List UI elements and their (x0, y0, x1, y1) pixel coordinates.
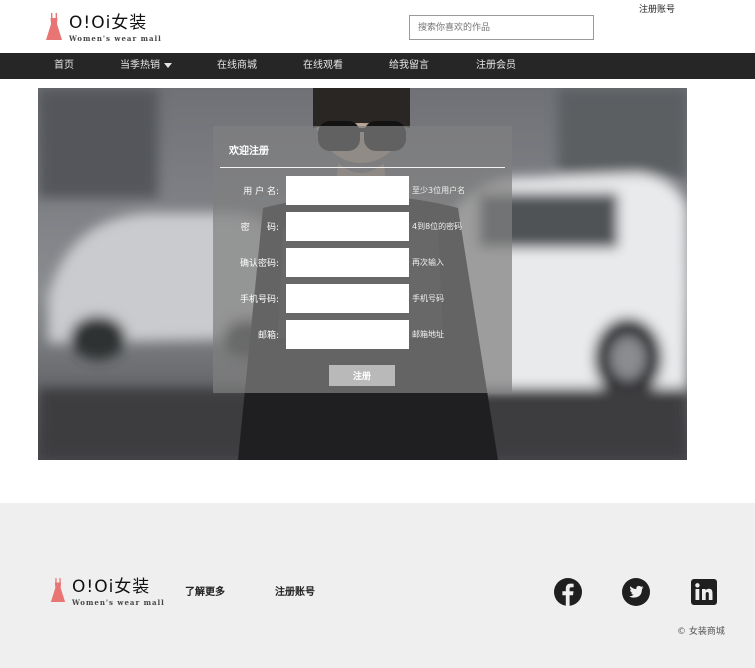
nav-item-message[interactable]: 给我留言 (389, 53, 429, 79)
nav-item-watch[interactable]: 在线观看 (303, 53, 343, 79)
email-hint: 邮箱地址 (412, 330, 444, 339)
facebook-icon[interactable] (554, 578, 582, 606)
nav-item-register[interactable]: 注册会员 (476, 53, 516, 79)
caret-down-icon (164, 62, 172, 68)
footer-link-register[interactable]: 注册账号 (275, 583, 315, 598)
password-input[interactable] (286, 212, 409, 241)
register-account-link[interactable]: 注册账号 (639, 2, 675, 15)
footer-logo-title: O!Oi女装 (72, 577, 151, 597)
page: 注册账号 O!Oi女装 Women's wear mall 首页 当季热销 在线… (0, 0, 755, 668)
twitter-icon[interactable] (622, 578, 650, 606)
logo[interactable]: O!Oi女装 Women's wear mall (45, 13, 162, 43)
dress-icon (46, 13, 62, 40)
nav-item-hot-season[interactable]: 当季热销 (120, 53, 172, 79)
phone-hint: 手机号码 (412, 294, 444, 303)
linkedin-icon[interactable] (690, 578, 718, 606)
dress-icon (50, 578, 66, 603)
register-submit-button[interactable]: 注册 (329, 365, 395, 386)
copyright-text: © 女装商城 (677, 627, 725, 637)
register-form-panel: 欢迎注册 用 户 名: 至少3位用户名 密 码: 4到8位的密码 确认密码: 再… (213, 126, 512, 393)
nav-item-home[interactable]: 首页 (54, 53, 74, 79)
footer-logo[interactable]: O!Oi女装 Women's wear mall (50, 577, 165, 607)
nav-item-hot-season-label: 当季热销 (120, 60, 160, 71)
password-hint: 4到8位的密码 (412, 222, 463, 231)
username-label: 用 户 名: (243, 187, 279, 197)
logo-subtitle: Women's wear mall (69, 34, 162, 43)
main-nav: 首页 当季热销 在线商城 在线观看 给我留言 注册会员 (0, 53, 755, 79)
username-input[interactable] (286, 176, 409, 205)
email-label: 邮箱: (257, 331, 279, 341)
confirm-password-input[interactable] (286, 248, 409, 277)
email-input[interactable] (286, 320, 409, 349)
nav-item-shop[interactable]: 在线商城 (217, 53, 257, 79)
logo-title: O!Oi女装 (69, 13, 148, 33)
form-title: 欢迎注册 (229, 146, 269, 157)
footer-logo-subtitle: Women's wear mall (72, 598, 165, 607)
hero-banner: 欢迎注册 用 户 名: 至少3位用户名 密 码: 4到8位的密码 确认密码: 再… (38, 88, 687, 460)
password-label: 密 码: (240, 223, 279, 233)
footer: O!Oi女装 Women's wear mall 了解更多 注册账号 © 女装商… (0, 503, 755, 668)
username-hint: 至少3位用户名 (412, 186, 466, 195)
confirm-password-label: 确认密码: (239, 259, 279, 269)
search-input[interactable] (409, 15, 594, 40)
phone-input[interactable] (286, 284, 409, 313)
confirm-password-hint: 再次输入 (412, 258, 444, 267)
footer-link-learn-more[interactable]: 了解更多 (185, 583, 225, 598)
form-divider (220, 167, 505, 168)
phone-label: 手机号码: (239, 295, 279, 305)
